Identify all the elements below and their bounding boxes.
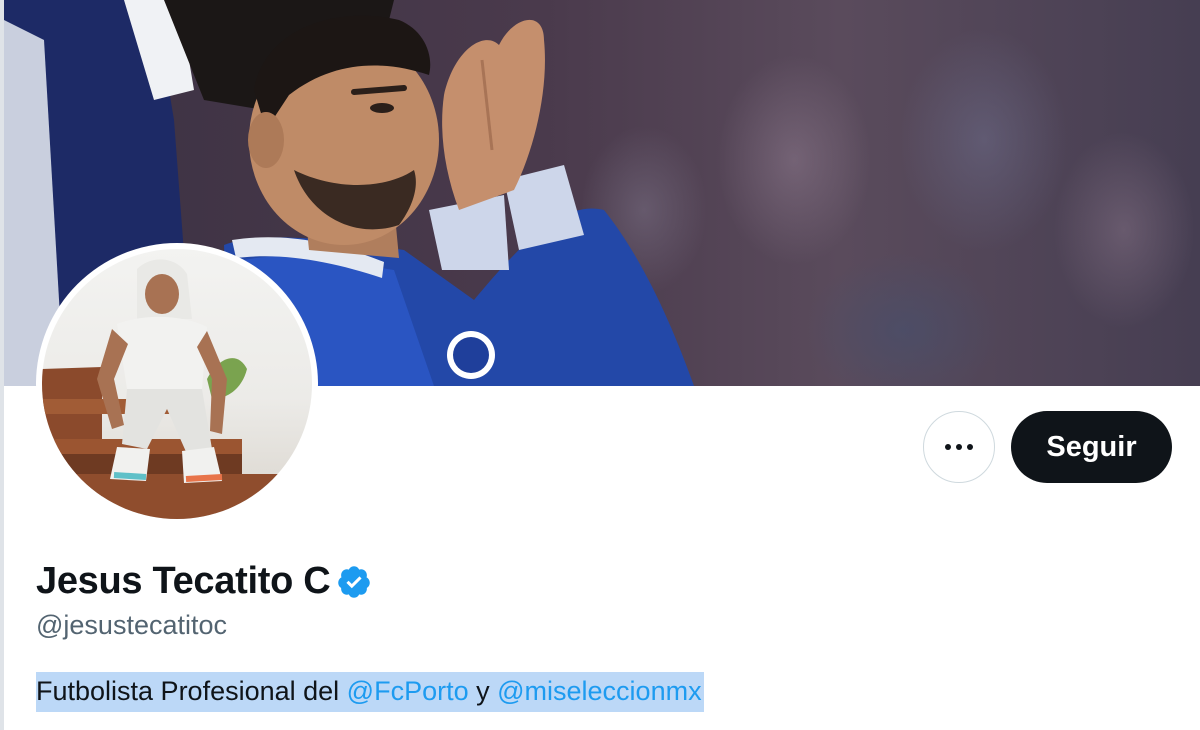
more-options-button[interactable] [923,411,995,483]
avatar-photo [42,249,312,519]
profile-bio: Futbolista Profesional del @FcPorto y @m… [36,672,704,712]
profile-handle: @jesustecatitoc [36,610,227,640]
bio-text: y [468,676,498,706]
bio-text: Futbolista Profesional del [36,676,347,706]
profile-name-row: Jesus Tecatito C [36,560,372,603]
follow-button[interactable]: Seguir [1011,411,1172,483]
verified-badge-icon[interactable] [336,564,372,600]
display-name: Jesus Tecatito C [36,560,331,602]
more-horizontal-icon [945,444,973,450]
profile-avatar[interactable] [36,243,318,525]
mention-link-miseleccionmx[interactable]: @miseleccionmx [497,676,701,706]
mention-link-fcporto[interactable]: @FcPorto [347,676,469,706]
